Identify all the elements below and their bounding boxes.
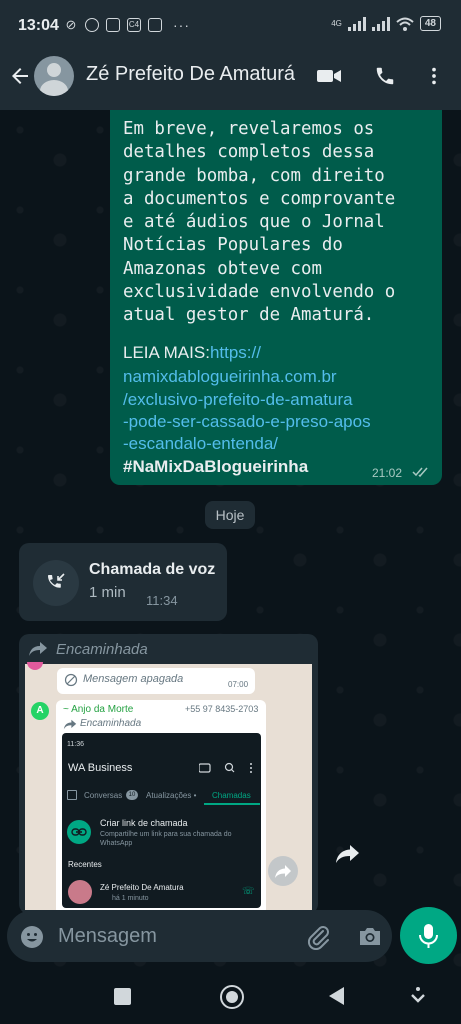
video-call-icon[interactable] [316, 65, 342, 87]
call-title: Chamada de voz [89, 561, 216, 578]
message-link-part-2[interactable]: namixdablogueirinha.com.br [123, 367, 337, 387]
emoji-icon[interactable] [20, 925, 44, 949]
message-hashtag[interactable]: #NaMixDaBlogueirinha [123, 457, 308, 477]
screenshot-contact-avatar [68, 880, 92, 904]
c4-icon: C4 [127, 18, 141, 32]
read-ticks-icon [412, 467, 428, 478]
share-overlay-icon[interactable] [268, 856, 298, 886]
app-notification-icon [106, 18, 120, 32]
screenshot-create-link-sub: Compartilhe um link para sua chamada do … [100, 831, 232, 847]
screenshot-tab-atualizacoes: Atualizações • [146, 791, 197, 800]
hide-keyboard-icon[interactable] [410, 986, 426, 1006]
incoming-call-icon [48, 573, 65, 588]
message-link-part-5[interactable]: -escandalo-entenda/ [123, 434, 278, 454]
screenshot-phone-time: 11:36 [67, 741, 84, 748]
forward-share-icon[interactable] [334, 843, 360, 865]
network-label: 4G [331, 19, 342, 28]
attach-icon[interactable] [306, 924, 330, 950]
screenshot-tab-chamadas: Chamadas [212, 791, 251, 800]
deleted-message-icon [64, 673, 78, 687]
status-time: 13:04 [18, 17, 59, 34]
message-link-part-3[interactable]: /exclusivo-prefeito-de-amatura [123, 390, 353, 410]
message-link-part-1[interactable]: https:// [210, 343, 261, 362]
message-body: Em breve, revelaremos os detalhes comple… [123, 119, 396, 326]
more-options-icon[interactable] [422, 65, 446, 87]
contact-name[interactable]: Zé Prefeito De Amaturá [86, 63, 296, 86]
more-notifications-icon: ··· [173, 17, 190, 33]
screenshot-tab-underline [204, 803, 260, 805]
back-arrow-icon[interactable] [8, 64, 32, 88]
call-duration: 1 min [89, 584, 126, 601]
screenshot-header-icons [199, 762, 252, 773]
screenshot-create-link-title: Criar link de chamada [100, 818, 188, 828]
missed-call-icon-circle [33, 560, 79, 606]
message-input[interactable] [56, 924, 280, 949]
status-notification-icons: ⊘ C4 ··· [64, 17, 190, 33]
date-separator: Hoje [205, 501, 255, 529]
status-system-icons: 4G 48 [331, 16, 441, 31]
status-bar: 13:04 ⊘ C4 ··· 4G 48 [0, 0, 461, 52]
read-more-line: LEIA MAIS:https:// [123, 343, 261, 363]
back-nav-button[interactable] [329, 987, 344, 1005]
camera-icon[interactable] [357, 925, 383, 947]
screenshot-contact-time: há 1 minuto [112, 895, 149, 902]
screenshot-avatar-letter: A [31, 702, 49, 720]
screenshot-deleted-time: 07:00 [228, 680, 249, 689]
screenshot-tab-conversas: Conversas [84, 791, 123, 800]
screenshot-community-icon [67, 790, 77, 800]
voice-record-button[interactable] [400, 907, 457, 964]
forwarded-arrow-icon [29, 642, 47, 656]
microphone-icon [419, 924, 438, 948]
screenshot-call-phone-icon: ☏ [242, 886, 255, 897]
screenshot-forwarded: Encaminhada [80, 718, 142, 729]
screenshot-forward-icon [63, 719, 77, 730]
screenshot-sender: ~ Anjo da Morte [63, 704, 134, 715]
screenshot-link-icon [67, 820, 91, 844]
battery-icon: 48 [419, 16, 441, 31]
message-link-part-4[interactable]: -pode-ser-cassado-e-preso-apos [123, 412, 371, 432]
contact-avatar[interactable] [34, 56, 74, 96]
signal-icon [347, 16, 366, 31]
wifi-icon [396, 17, 414, 31]
alarm-icon [85, 18, 99, 32]
read-more-label: LEIA MAIS: [123, 343, 210, 362]
forwarded-label: Encaminhada [56, 641, 148, 658]
screenshot-deleted-text: Mensagem apagada [83, 673, 184, 685]
screenshot-app-title: WA Business [68, 762, 133, 774]
signal-icon-2 [371, 16, 390, 31]
message-time: 21:02 [372, 466, 403, 480]
screenshot-recent-label: Recentes [68, 860, 102, 869]
screenshot-phone: +55 97 8435-2703 [185, 704, 259, 714]
recents-nav-button[interactable] [114, 988, 131, 1005]
app-icon [148, 18, 162, 32]
call-time: 11:34 [146, 593, 178, 608]
voice-call-icon[interactable] [372, 65, 398, 87]
home-nav-button[interactable] [220, 985, 244, 1009]
mute-icon: ⊘ [65, 17, 77, 32]
screenshot-contact-name: Zé Prefeito De Amatura [100, 883, 184, 892]
screenshot-tab-badge: 10 [126, 790, 138, 800]
